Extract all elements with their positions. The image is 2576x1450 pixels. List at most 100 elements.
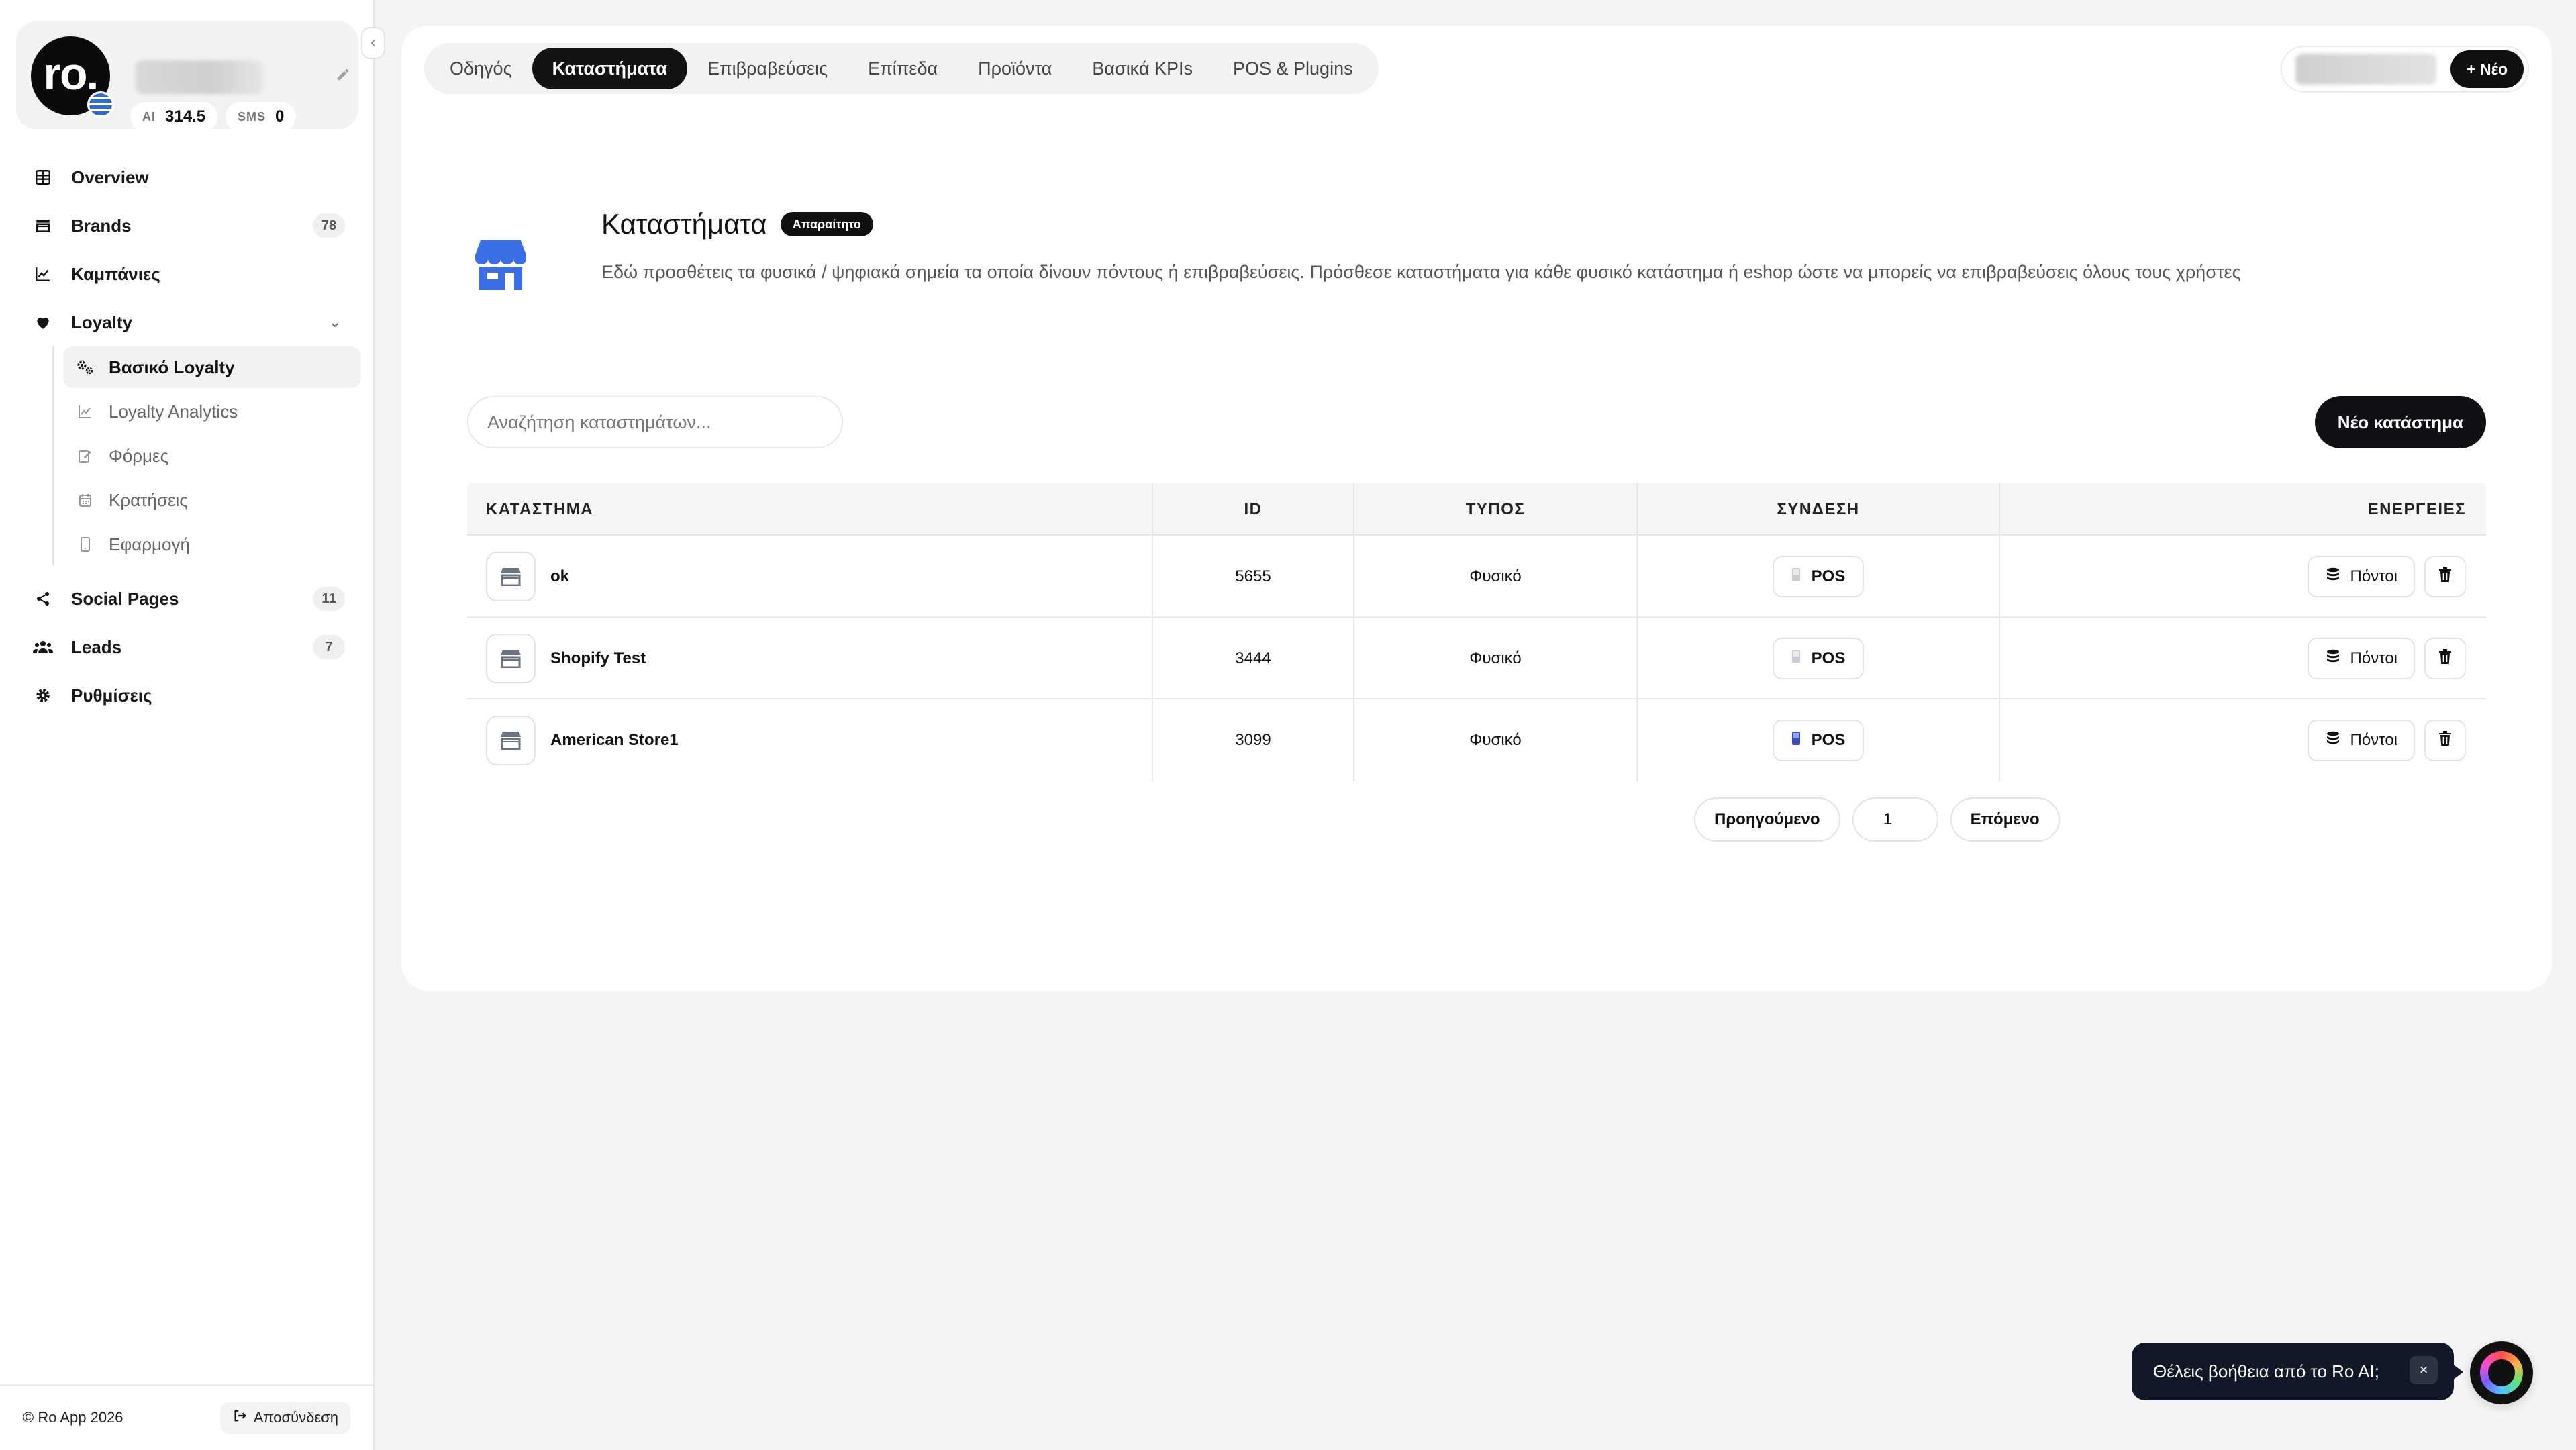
sidebar-item-label: Βασικό Loyalty <box>109 356 235 377</box>
store-icon <box>486 716 536 765</box>
search-stores-input[interactable] <box>467 396 843 448</box>
sidebar-item-basic-loyalty[interactable]: Βασικό Loyalty <box>63 346 361 388</box>
ai-help-bubble[interactable]: Θέλεις βοήθεια από το Ro AI; × <box>2132 1343 2463 1400</box>
points-button[interactable]: Πόντοι <box>2307 638 2415 679</box>
next-page-button[interactable]: Επόμενο <box>1950 798 2060 842</box>
store-id: 3099 <box>1153 699 1354 781</box>
calendar-icon <box>75 492 95 508</box>
sidebar-item-label: Φόρμες <box>109 445 169 466</box>
pencil-icon[interactable] <box>336 67 352 83</box>
points-button[interactable]: Πόντοι <box>2307 720 2415 761</box>
sidebar-item-brands[interactable]: Brands 78 <box>16 201 361 250</box>
column-header-type[interactable]: ΤΥΠΟΣ <box>1354 483 1638 536</box>
column-header-actions: ΕΝΕΡΓΕΙΕΣ <box>2367 500 2466 518</box>
delete-button[interactable] <box>2424 638 2466 679</box>
new-button[interactable]: + Νέο <box>2450 50 2524 88</box>
bubble-arrow <box>2453 1364 2463 1380</box>
sidebar-item-label: Social Pages <box>71 588 179 609</box>
gear-icon <box>32 685 54 706</box>
store-cell: ok <box>467 536 1153 618</box>
tab-stores[interactable]: Καταστήματα <box>532 48 687 89</box>
collapse-sidebar-button[interactable]: ‹ <box>361 27 385 59</box>
connection-cell: POS <box>1638 618 2000 699</box>
redacted-selector[interactable] <box>2295 54 2436 85</box>
sidebar-item-overview[interactable]: Overview <box>16 153 361 201</box>
trash-icon <box>2438 567 2452 587</box>
sidebar-item-loyalty[interactable]: Loyalty ⌄ <box>16 298 361 346</box>
sidebar-item-leads[interactable]: Leads 7 <box>16 623 361 671</box>
store-name: American Store1 <box>550 731 679 749</box>
logout-icon <box>232 1408 247 1427</box>
ro-ai-orb-icon[interactable] <box>2470 1341 2533 1404</box>
gears-icon <box>75 358 95 376</box>
actions-cell: Πόντοι <box>2000 618 2486 699</box>
copyright-text: © Ro App 2026 <box>23 1409 123 1426</box>
tab-rewards[interactable]: Επιβραβεύσεις <box>687 48 848 89</box>
leads-count-badge: 7 <box>313 635 345 659</box>
loyalty-submenu: Βασικό Loyalty Loyalty Analytics Φόρμες … <box>52 346 361 565</box>
grid-icon <box>32 166 54 188</box>
store-type: Φυσικό <box>1354 536 1638 618</box>
previous-page-button[interactable]: Προηγούμενο <box>1694 798 1840 842</box>
sidebar-item-label: Ρυθμίσεις <box>71 685 152 706</box>
tab-products[interactable]: Προϊόντα <box>958 48 1072 89</box>
column-header-id[interactable]: ID <box>1153 483 1354 536</box>
coins-icon <box>2325 648 2342 669</box>
sidebar-item-label: Loyalty Analytics <box>109 401 238 422</box>
coins-icon <box>2325 730 2342 751</box>
store-icon <box>475 240 526 290</box>
sidebar-item-label: Leads <box>71 636 122 657</box>
sidebar: ro. AI 314.5 SMS 0 ‹ Overview Brands 78 <box>0 0 385 1450</box>
ai-help-text: Θέλεις βοήθεια από το Ro AI; <box>2153 1361 2379 1382</box>
pagination: Προηγούμενο Επόμενο <box>1694 798 2060 842</box>
table-row[interactable]: ok 5655 Φυσικό POS Πόντοι <box>467 536 2486 618</box>
delete-button[interactable] <box>2424 556 2466 597</box>
delete-button[interactable] <box>2424 720 2466 761</box>
tab-pos-plugins[interactable]: POS & Plugins <box>1213 48 1373 89</box>
sidebar-item-label: Καμπάνιες <box>71 263 160 284</box>
store-id: 5655 <box>1153 536 1354 618</box>
table-row[interactable]: American Store1 3099 Φυσικό POS Πόντοι <box>467 699 2486 781</box>
connection-label: POS <box>1811 567 1846 585</box>
pos-device-icon <box>1791 731 1801 751</box>
points-button[interactable]: Πόντοι <box>2307 556 2415 597</box>
column-header-store[interactable]: ΚΑΤΑΣΤΗΜΑ <box>467 483 1153 536</box>
pos-connection-button[interactable]: POS <box>1772 556 1865 597</box>
actions-cell: Πόντοι <box>2000 699 2486 781</box>
required-badge: Απαραίτητο <box>780 212 873 236</box>
connection-cell: POS <box>1638 699 2000 781</box>
sidebar-item-label: Loyalty <box>71 311 133 332</box>
column-header-connection[interactable]: ΣΥΝΔΕΣΗ <box>1638 483 2000 536</box>
store-icon <box>32 215 54 236</box>
stores-table: ΚΑΤΑΣΤΗΜΑ ID ΤΥΠΟΣ ΣΥΝΔΕΣΗ ΕΝΕΡΓΕΙΕΣ ok … <box>467 483 2486 781</box>
phone-icon <box>75 536 95 552</box>
sidebar-item-app[interactable]: Εφαρμογή <box>63 524 361 565</box>
tab-guide[interactable]: Οδηγός <box>430 48 532 89</box>
sidebar-item-forms[interactable]: Φόρμες <box>63 435 361 477</box>
table-header: ΚΑΤΑΣΤΗΜΑ ID ΤΥΠΟΣ ΣΥΝΔΕΣΗ ΕΝΕΡΓΕΙΕΣ <box>467 483 2486 536</box>
pos-connection-button[interactable]: POS <box>1772 638 1865 679</box>
sidebar-item-bookings[interactable]: Κρατήσεις <box>63 479 361 521</box>
close-icon[interactable]: × <box>2410 1356 2438 1384</box>
profile-card[interactable]: ro. AI 314.5 SMS 0 <box>16 21 358 132</box>
sidebar-item-settings[interactable]: Ρυθμίσεις <box>16 671 361 720</box>
brands-count-badge: 78 <box>313 213 345 238</box>
sidebar-footer: © Ro App 2026 Αποσύνδεση <box>0 1384 373 1450</box>
tab-kpis[interactable]: Βασικά KPIs <box>1072 48 1213 89</box>
chevron-down-icon[interactable]: ⌄ <box>329 313 341 331</box>
store-id: 3444 <box>1153 618 1354 699</box>
sidebar-item-social-pages[interactable]: Social Pages 11 <box>16 575 361 623</box>
pos-device-icon <box>1791 567 1801 587</box>
page-number-input[interactable] <box>1852 798 1938 842</box>
table-row[interactable]: Shopify Test 3444 Φυσικό POS Πόντοι <box>467 618 2486 699</box>
tab-levels[interactable]: Επίπεδα <box>848 48 958 89</box>
points-label: Πόντοι <box>2350 567 2398 585</box>
sidebar-item-loyalty-analytics[interactable]: Loyalty Analytics <box>63 391 361 432</box>
store-cell: Shopify Test <box>467 618 1153 699</box>
page-title: Καταστήματα Απαραίτητο <box>601 208 873 240</box>
new-store-button[interactable]: Νέο κατάστημα <box>2314 396 2486 448</box>
logout-button[interactable]: Αποσύνδεση <box>219 1402 350 1434</box>
pos-connection-button[interactable]: POS <box>1772 720 1865 761</box>
sidebar-item-campaigns[interactable]: Καμπάνιες <box>16 250 361 298</box>
users-icon <box>32 636 54 658</box>
